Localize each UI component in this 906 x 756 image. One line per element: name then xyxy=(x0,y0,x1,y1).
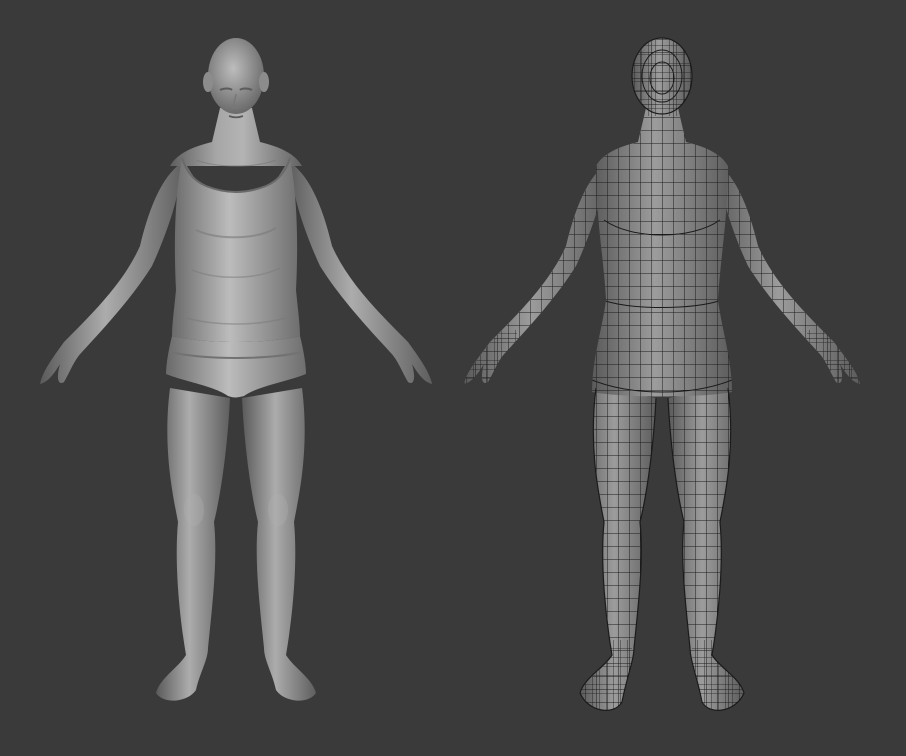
viewport-background xyxy=(0,0,906,756)
3d-viewport xyxy=(0,0,906,756)
scene-canvas xyxy=(0,0,906,756)
